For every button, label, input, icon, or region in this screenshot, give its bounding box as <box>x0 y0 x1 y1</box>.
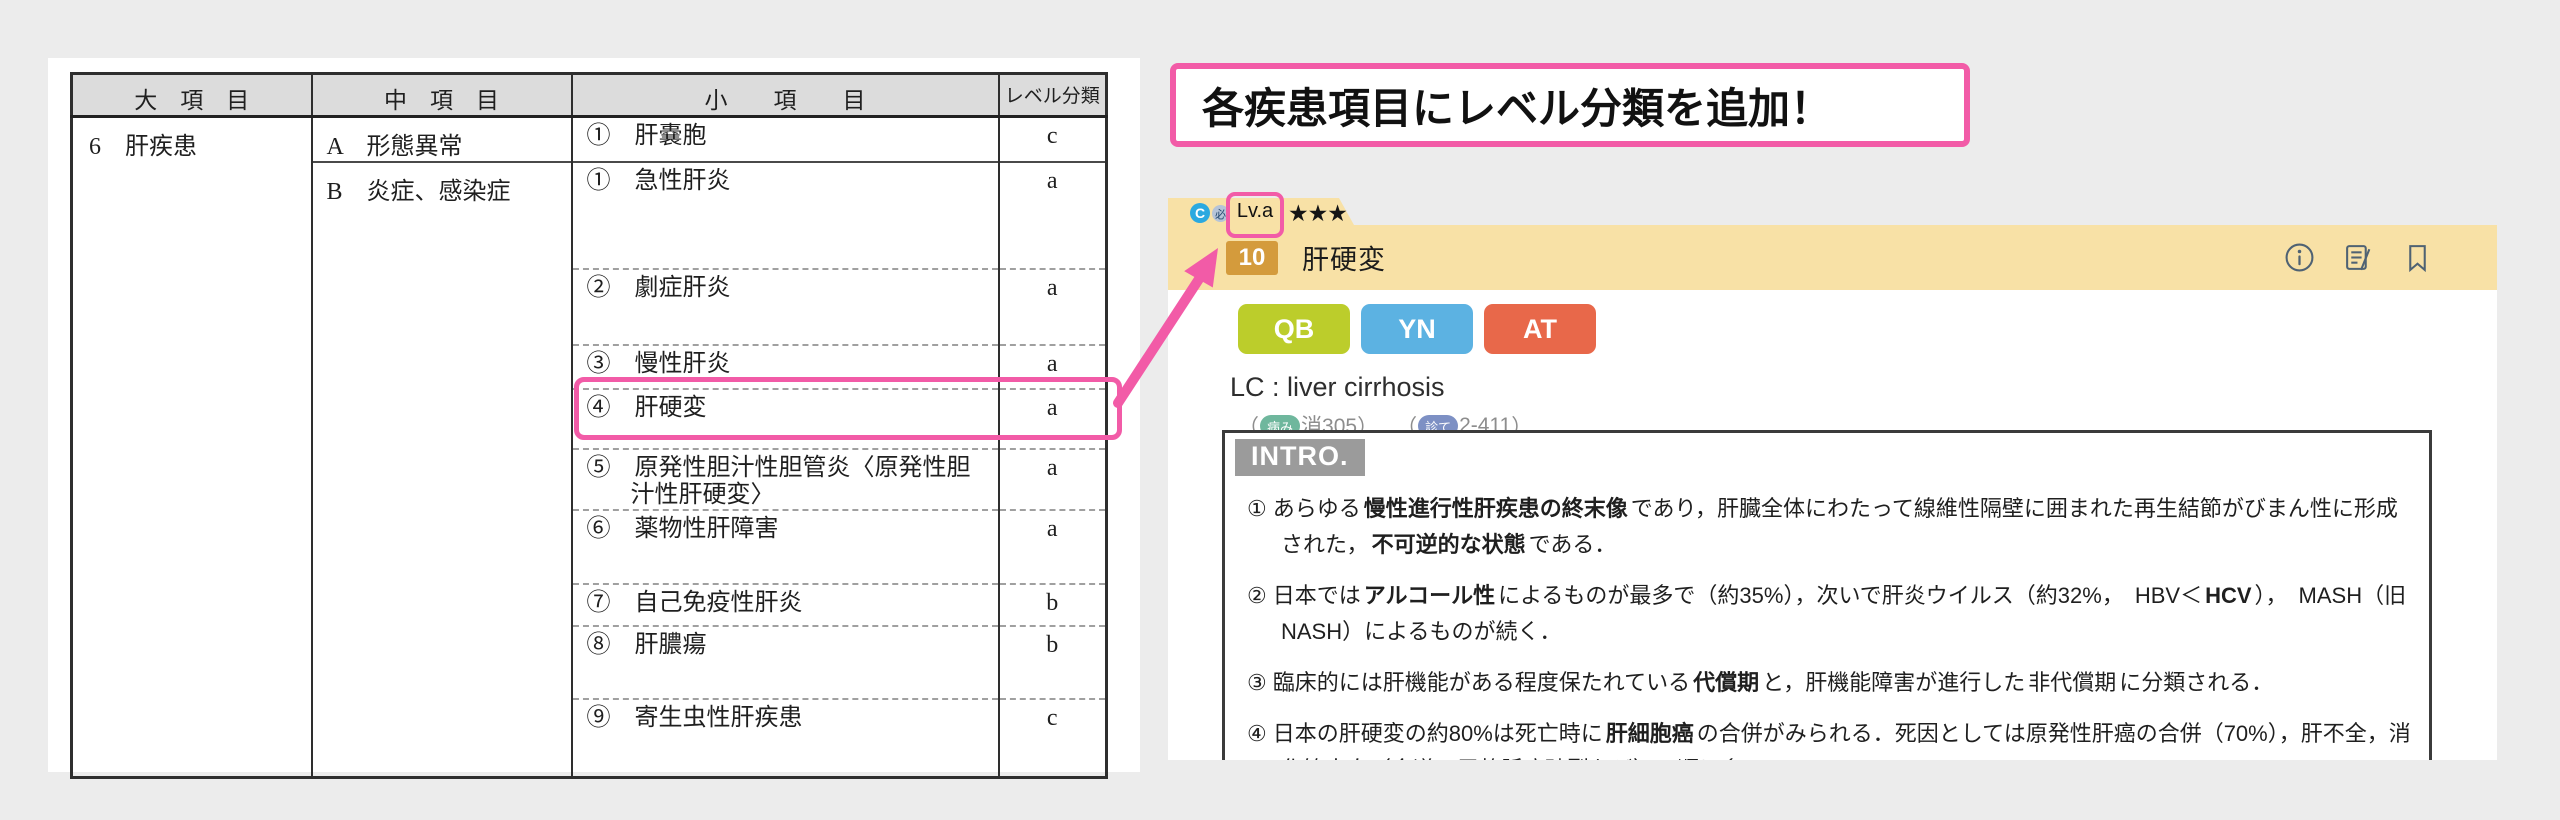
annotation-text: 各疾患項目にレベル分類を追加！ <box>1202 75 1832 136</box>
card-body: QB YN AT LC : liver cirrhosis （ 病み 消305 … <box>1168 290 2497 760</box>
intro-text: 日本では <box>1273 583 1361 608</box>
table-row-level: a <box>999 345 1107 389</box>
table-row-item: ⑧ 肝膿瘍 <box>572 626 999 699</box>
intro-bold-term: 代償期 <box>1693 670 1759 695</box>
curriculum-table: 大 項 目 中 項 目 小 項 目 レベル分類 6 肝疾患 A 形態異常 ① 肝… <box>70 72 1108 779</box>
at-button[interactable]: AT <box>1484 304 1596 354</box>
intro-text: 臨床的には肝機能がある程度保たれている <box>1273 670 1690 695</box>
header-minor-item: 小 項 目 <box>572 74 999 117</box>
table-row-level: a <box>999 510 1107 584</box>
intro-item-number: ① <box>1247 496 1267 521</box>
table-row-item: ③ 慢性肝炎 <box>572 345 999 389</box>
table-row-item-highlighted: ④ 肝硬変 <box>572 389 999 449</box>
intro-text: によるものが最多で（約35%），次いで肝炎ウイルス（約32%， HBV＜ <box>1498 583 2202 608</box>
annotation-callout: 各疾患項目にレベル分類を追加！ <box>1170 63 1970 147</box>
table-row-item: ⑨ 寄生虫性肝疾患 <box>572 699 999 777</box>
table-row-level: a <box>999 269 1107 345</box>
intro-text: に分類される． <box>2119 670 2273 695</box>
intro-section: INTRO. ①あらゆる慢性進行性肝疾患の終末像であり，肝臓全体にわたって線維性… <box>1222 430 2432 760</box>
intro-label: INTRO. <box>1235 439 1365 476</box>
table-row-item: ⑥ 薬物性肝障害 <box>572 510 999 584</box>
table-row-item: ① 肝嚢胞 <box>572 117 999 163</box>
table-row-item: ⑤ 原発性胆汁性胆管炎〈原発性胆汁性肝硬変〉 <box>572 449 999 510</box>
intro-bold-term: 不可逆的な状態 <box>1372 532 1526 557</box>
table-row-item: ② 劇症肝炎 <box>572 269 999 345</box>
memo-icon[interactable] <box>2343 242 2374 273</box>
intro-text: 非代償期 <box>2028 670 2116 695</box>
intro-text: である． <box>1529 532 1617 557</box>
table-row-level: a <box>999 449 1107 510</box>
table-row-level: a <box>999 389 1107 449</box>
table-row-item: ① 急性肝炎 <box>572 162 999 269</box>
intro-items: ①あらゆる慢性進行性肝疾患の終末像であり，肝臓全体にわたって線維性隔壁に囲まれた… <box>1247 491 2411 760</box>
topic-number-badge: 10 <box>1226 241 1278 275</box>
intro-item: ④日本の肝硬変の約80%は死亡時に肝細胞癌の合併がみられる．死因としては原発性肝… <box>1247 716 2411 760</box>
yn-button[interactable]: YN <box>1361 304 1473 354</box>
intro-item: ①あらゆる慢性進行性肝疾患の終末像であり，肝臓全体にわたって線維性隔壁に囲まれた… <box>1247 491 2411 563</box>
intro-item-number: ② <box>1247 583 1267 608</box>
star-rating: ★★★ <box>1288 200 1347 227</box>
intro-text: あらゆる <box>1273 496 1361 521</box>
table-row-item: ⑦ 自己免疫性肝炎 <box>572 584 999 626</box>
level-badge-label: Lv.a <box>1237 200 1273 234</box>
intro-bold-term: 慢性進行性肝疾患の終末像 <box>1364 496 1628 521</box>
card-header: 10 肝硬変 <box>1168 225 2497 290</box>
intro-text: 日本の肝硬変の約80%は死亡時に <box>1273 721 1603 746</box>
intro-bold-term: HCV <box>2205 583 2251 608</box>
header-level-class: レベル分類 <box>999 74 1107 117</box>
bookmark-icon[interactable] <box>2402 242 2433 273</box>
intro-bold-term: 肝細胞癌 <box>1606 721 1694 746</box>
header-middle-item: 中 項 目 <box>312 74 572 117</box>
level-badge: Lv.a <box>1226 192 1284 238</box>
table-row-level: b <box>999 584 1107 626</box>
table-row-level: c <box>999 699 1107 777</box>
topic-title: 肝硬変 <box>1302 238 1386 277</box>
page: 大 項 目 中 項 目 小 項 目 レベル分類 6 肝疾患 A 形態異常 ① 肝… <box>0 0 2560 820</box>
intro-item: ②日本ではアルコール性によるものが最多で（約35%），次いで肝炎ウイルス（約32… <box>1247 578 2411 650</box>
intro-item-number: ④ <box>1247 721 1267 746</box>
common-disease-icon: C <box>1190 203 1210 223</box>
table-row-level: b <box>999 626 1107 699</box>
intro-item-number: ③ <box>1247 670 1267 695</box>
info-icon[interactable] <box>2284 242 2315 273</box>
table-row-level: c <box>999 117 1107 163</box>
qb-button[interactable]: QB <box>1238 304 1350 354</box>
cell-mid-b: B 炎症、感染症 <box>312 162 572 777</box>
intro-bold-term: アルコール性 <box>1364 583 1495 608</box>
table-row-level: a <box>999 162 1107 269</box>
header-major-item: 大 項 目 <box>72 74 312 117</box>
intro-item: ③臨床的には肝機能がある程度保たれている代償期と，肝機能障害が進行した非代償期に… <box>1247 665 2411 701</box>
cell-mid-a: A 形態異常 <box>312 117 572 163</box>
abbreviation-line: LC : liver cirrhosis <box>1230 372 1445 403</box>
disease-card: C 必 Lv.a ★★★ 10 肝硬変 <box>1168 195 2497 760</box>
cell-major-liver-disease: 6 肝疾患 <box>72 117 312 778</box>
intro-text: と，肝機能障害が進行した <box>1762 670 2025 695</box>
